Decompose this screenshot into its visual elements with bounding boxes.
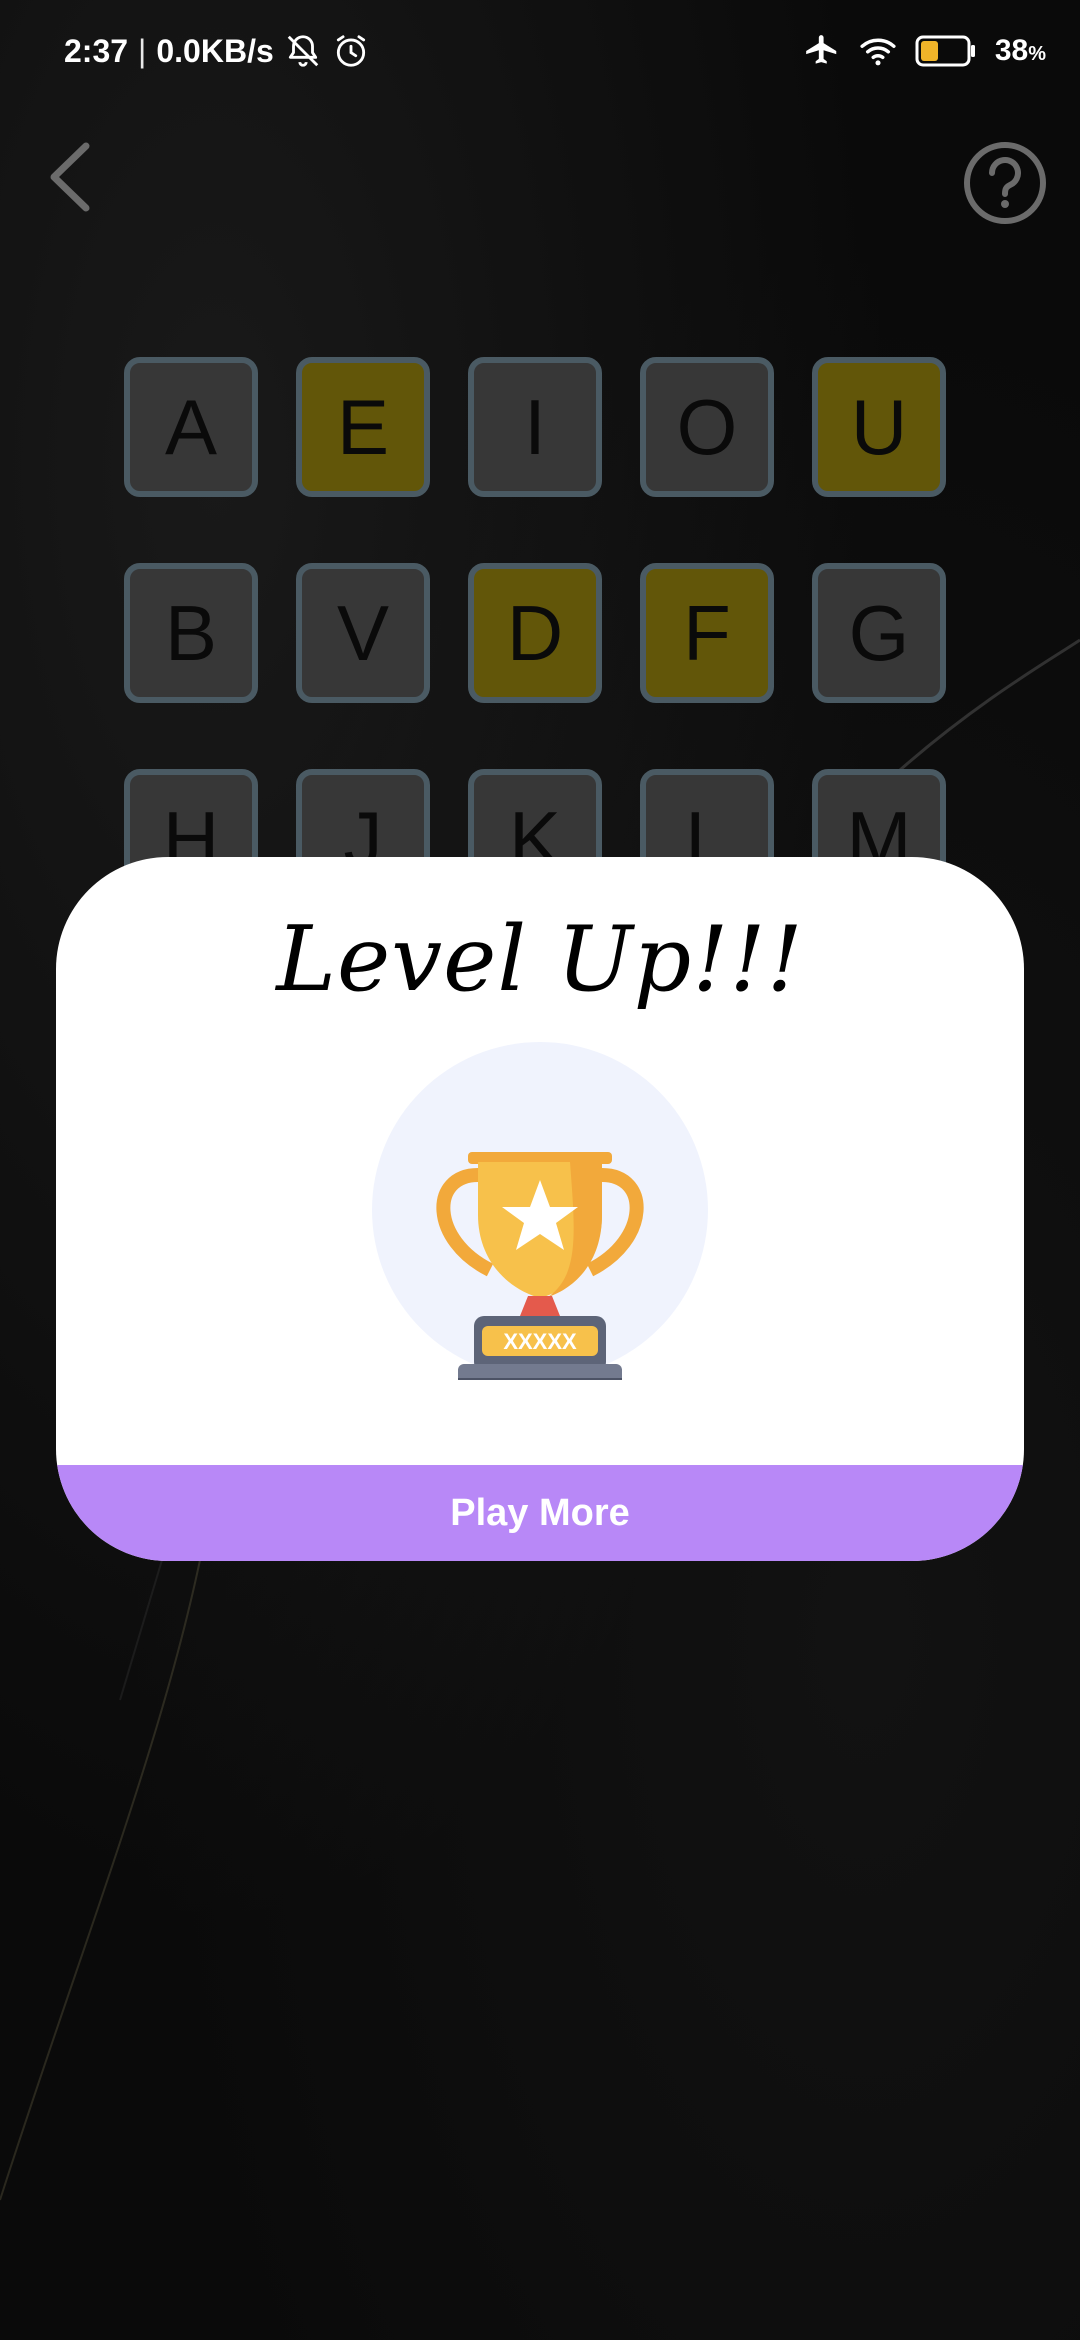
letter-tile[interactable]: D — [468, 563, 602, 703]
letter-tile[interactable]: U — [812, 357, 946, 497]
letter-tile[interactable]: V — [296, 563, 430, 703]
chevron-left-icon — [50, 142, 90, 212]
dialog-title: Level Up!!! — [276, 907, 804, 1012]
help-button[interactable] — [962, 140, 1048, 226]
status-right: 38% — [803, 28, 1046, 74]
letter-tile[interactable]: B — [124, 563, 258, 703]
battery-percent-value: 38 — [994, 34, 1029, 67]
status-left: 2:37 | 0.0KB/s — [64, 28, 370, 74]
wifi-icon — [860, 38, 896, 66]
battery-percent: 38% — [995, 34, 1046, 68]
letter-tile[interactable]: O — [640, 357, 774, 497]
letter-tile[interactable]: I — [468, 357, 602, 497]
level-up-dialog: Level Up!!! XXXXX Play More — [56, 857, 1024, 1561]
trophy-icon: XXXXX — [372, 1042, 708, 1380]
battery-icon — [915, 35, 975, 67]
letter-tile[interactable]: G — [812, 563, 946, 703]
help-circle-icon — [964, 142, 1046, 224]
status-separator: | — [138, 32, 147, 69]
status-net-speed: 0.0KB/s — [156, 32, 274, 69]
back-button[interactable] — [40, 140, 104, 214]
letter-tile[interactable]: E — [296, 357, 430, 497]
status-bar: 2:37 | 0.0KB/s 38% — [0, 0, 1080, 100]
trophy-plate-text: XXXXX — [503, 1329, 577, 1354]
alarm-icon — [336, 35, 365, 67]
play-more-button[interactable]: Play More — [56, 1465, 1024, 1561]
letter-tile[interactable]: A — [124, 357, 258, 497]
status-time: 2:37 — [64, 32, 129, 69]
airplane-mode-icon — [805, 35, 837, 64]
letter-tile[interactable]: F — [640, 563, 774, 703]
notifications-off-icon — [287, 35, 319, 67]
battery-percent-unit: % — [1028, 43, 1046, 65]
